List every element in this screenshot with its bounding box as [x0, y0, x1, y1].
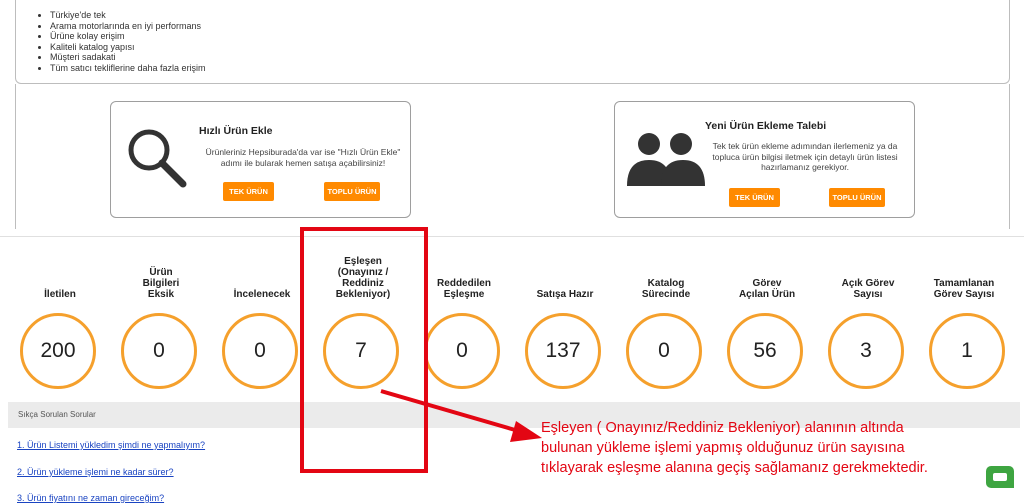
chat-icon	[993, 473, 1007, 481]
annotation-line: bulunan yükleme işlemi yapmış olduğunuz …	[541, 440, 905, 456]
annotation-line: Eşleyen ( Onayınız/Reddiniz Bekleniyor) …	[541, 420, 904, 436]
chat-button[interactable]	[986, 466, 1014, 488]
annotation-line: tıklayarak eşleşme alanına geçiş sağlama…	[541, 460, 928, 476]
annotation-text: Eşleyen ( Onayınız/Reddiniz Bekleniyor) …	[541, 418, 1024, 478]
